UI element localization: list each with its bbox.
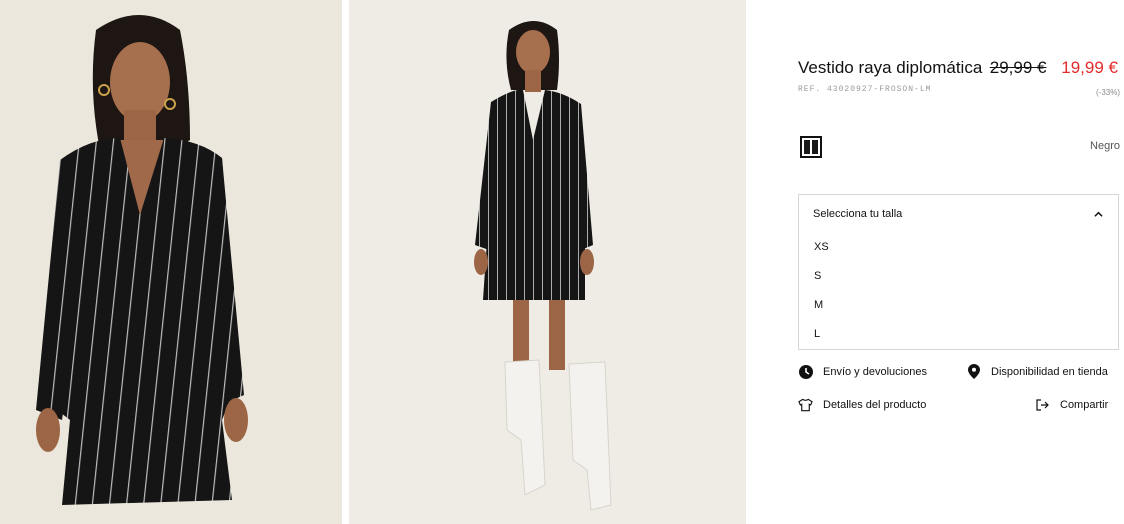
discount-badge: (-33%) — [1095, 88, 1120, 97]
chevron-up-icon[interactable] — [1094, 210, 1103, 219]
size-option-l[interactable]: L — [814, 328, 820, 340]
size-selector[interactable]: Selecciona tu talla XS S M L — [798, 194, 1119, 350]
share-link[interactable]: Compartir — [1035, 397, 1108, 412]
product-details-link[interactable]: Detalles del producto — [798, 397, 926, 412]
size-option-xs[interactable]: XS — [814, 241, 829, 253]
store-availability-label: Disponibilidad en tienda — [991, 365, 1108, 378]
shipping-returns-link[interactable]: Envío y devoluciones — [798, 364, 927, 379]
model-image-closeup — [0, 0, 342, 524]
size-option-s[interactable]: S — [814, 270, 821, 282]
color-name: Negro — [1090, 140, 1120, 152]
product-title: Vestido raya diplomática — [798, 58, 983, 77]
swatch-fill-left — [804, 140, 810, 154]
product-reference: REF. 43020927-FROSON-LM — [798, 85, 932, 94]
clock-icon — [798, 364, 813, 379]
shipping-returns-label: Envío y devoluciones — [823, 365, 927, 378]
swatch-fill-right — [812, 140, 818, 154]
product-photo-full[interactable] — [349, 0, 746, 524]
product-photo-front[interactable] — [0, 0, 342, 524]
size-selector-label[interactable]: Selecciona tu talla — [813, 208, 902, 220]
model-image-full — [349, 0, 746, 524]
share-label: Compartir — [1060, 398, 1109, 411]
product-title-row: Vestido raya diplomática 29,99 € 19,99 € — [798, 58, 1118, 78]
store-availability-link[interactable]: Disponibilidad en tienda — [966, 364, 1108, 379]
size-option-m[interactable]: M — [814, 299, 823, 311]
tshirt-icon — [798, 397, 813, 412]
product-info-panel: Vestido raya diplomática 29,99 € 19,99 €… — [746, 0, 1124, 524]
color-swatch-negro[interactable] — [800, 136, 822, 158]
old-price: 29,99 € — [989, 58, 1047, 77]
product-details-label: Detalles del producto — [823, 398, 927, 411]
location-pin-icon — [966, 364, 981, 379]
sale-price: 19,99 € — [1061, 58, 1118, 77]
share-icon — [1035, 397, 1050, 412]
